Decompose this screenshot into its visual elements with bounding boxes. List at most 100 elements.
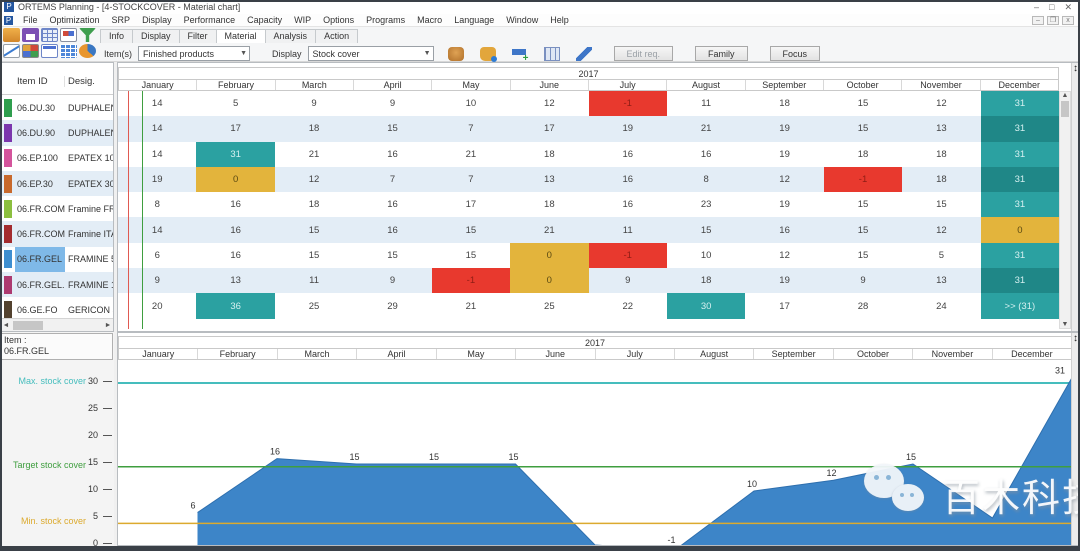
- month-header-cell[interactable]: December: [980, 80, 1058, 90]
- item-id-cell[interactable]: 06.DU.90: [15, 120, 65, 145]
- stock-cover-cell[interactable]: 12: [902, 91, 980, 116]
- resize-vertical-icon[interactable]: ↕: [1072, 63, 1079, 75]
- month-header-cell[interactable]: October: [823, 80, 901, 90]
- filter-funnel-icon[interactable]: [79, 28, 96, 42]
- month-header-cell[interactable]: July: [595, 349, 674, 359]
- item-id-cell[interactable]: 06.FR.COMI: [15, 221, 65, 246]
- table-row[interactable]: 145991012-11118151231: [118, 91, 1059, 116]
- item-id-cell[interactable]: 06.EP.100: [15, 146, 65, 171]
- desig-column-header[interactable]: Desig.: [65, 76, 113, 87]
- stock-cover-cell[interactable]: 14: [118, 142, 196, 167]
- table-grid-icon[interactable]: [60, 44, 77, 58]
- stock-cover-cell[interactable]: 18: [510, 192, 588, 217]
- vscroll-thumb[interactable]: [1061, 101, 1069, 117]
- stock-cover-cell[interactable]: 16: [353, 192, 431, 217]
- add-bar-icon[interactable]: [512, 47, 528, 61]
- item-id-cell[interactable]: 06.DU.30: [15, 95, 65, 120]
- stock-cover-cell[interactable]: 5: [902, 243, 980, 268]
- stock-cover-cell[interactable]: 16: [196, 192, 274, 217]
- stock-cover-cell[interactable]: 18: [902, 142, 980, 167]
- stock-cover-cell[interactable]: 19: [745, 192, 823, 217]
- stock-cover-cell[interactable]: 16: [353, 142, 431, 167]
- menu-item-capacity[interactable]: Capacity: [241, 15, 288, 25]
- menu-item-display[interactable]: Display: [136, 15, 178, 25]
- stock-cover-cell[interactable]: -1: [824, 167, 902, 192]
- menu-item-wip[interactable]: WIP: [288, 15, 317, 25]
- month-header-cell[interactable]: July: [588, 80, 666, 90]
- stock-cover-cell[interactable]: 19: [745, 116, 823, 141]
- stock-cover-cell[interactable]: 10: [432, 91, 510, 116]
- mdi-minimize-icon[interactable]: –: [1032, 16, 1044, 25]
- stock-cover-cell[interactable]: 9: [118, 268, 196, 293]
- calculator-icon[interactable]: [41, 28, 58, 42]
- window-layout-icon[interactable]: [41, 44, 58, 58]
- stock-cover-cell[interactable]: 15: [432, 243, 510, 268]
- stock-cover-cell[interactable]: 0: [196, 167, 274, 192]
- scroll-down-icon[interactable]: ▼: [1060, 321, 1070, 328]
- stock-cover-cell[interactable]: 9: [275, 91, 353, 116]
- month-header-cell[interactable]: March: [277, 349, 356, 359]
- item-desig-cell[interactable]: DUPHALEN 300: [65, 103, 113, 113]
- item-desig-cell[interactable]: FRAMINE 500 Ca: [65, 254, 113, 264]
- pie-chart-icon[interactable]: [79, 44, 96, 58]
- item-id-cell[interactable]: 06.FR.COMI: [15, 196, 65, 221]
- stock-cover-cell[interactable]: 13: [902, 268, 980, 293]
- month-header-cell[interactable]: November: [912, 349, 991, 359]
- stock-cover-cell[interactable]: 13: [196, 268, 274, 293]
- wrench-icon[interactable]: [576, 47, 592, 61]
- item-list-row[interactable]: 06.DU.90DUPHALEN 900: [1, 120, 113, 145]
- item-desig-cell[interactable]: Framine FRANCE: [65, 204, 113, 214]
- month-header-cell[interactable]: March: [275, 80, 353, 90]
- stock-cover-cell[interactable]: >> (31): [981, 293, 1059, 318]
- table-row[interactable]: 14171815717192119151331: [118, 116, 1059, 141]
- menu-item-file[interactable]: File: [17, 15, 44, 25]
- table-row[interactable]: 2036252921252230172824>> (31): [118, 293, 1059, 318]
- stock-cover-cell[interactable]: 19: [118, 167, 196, 192]
- stock-cover-cell[interactable]: 16: [353, 217, 431, 242]
- stock-cover-area-chart[interactable]: 616151515-110121531: [118, 360, 1072, 545]
- stock-cover-cell[interactable]: 28: [824, 293, 902, 318]
- menu-item-language[interactable]: Language: [448, 15, 500, 25]
- stock-cover-cell[interactable]: 17: [510, 116, 588, 141]
- month-header-cell[interactable]: September: [753, 349, 832, 359]
- stock-cover-cell[interactable]: 25: [510, 293, 588, 318]
- hscroll-thumb[interactable]: [13, 321, 43, 330]
- stock-cover-cell[interactable]: 15: [824, 91, 902, 116]
- table-row[interactable]: 14161516152111151615120: [118, 217, 1059, 242]
- chart-splitter[interactable]: ↕: [1071, 333, 1079, 545]
- stock-cover-cell[interactable]: 19: [745, 142, 823, 167]
- stock-cover-cell[interactable]: 18: [667, 268, 745, 293]
- stock-cover-cell[interactable]: 20: [118, 293, 196, 318]
- stock-cover-cell[interactable]: 30: [667, 293, 745, 318]
- stock-cover-cell[interactable]: 15: [432, 217, 510, 242]
- item-id-column-header[interactable]: Item ID: [15, 76, 65, 87]
- item-desig-cell[interactable]: Framine ITALIE: [65, 229, 113, 239]
- item-id-cell[interactable]: 06.FR.GEL.: [15, 272, 65, 297]
- stock-cover-cell[interactable]: -1: [589, 91, 667, 116]
- stock-cover-cell[interactable]: 9: [353, 268, 431, 293]
- stock-cover-cell[interactable]: 16: [667, 142, 745, 167]
- stock-cover-cell[interactable]: 13: [510, 167, 588, 192]
- menu-item-performance[interactable]: Performance: [178, 15, 242, 25]
- month-header-cell[interactable]: April: [356, 349, 435, 359]
- stock-cover-cell[interactable]: 16: [196, 243, 274, 268]
- month-header-cell[interactable]: May: [431, 80, 509, 90]
- scroll-up-icon[interactable]: ▲: [1060, 92, 1070, 99]
- item-desig-cell[interactable]: DUPHALEN 900: [65, 128, 113, 138]
- stock-cover-cell[interactable]: 8: [118, 192, 196, 217]
- stock-cover-cell[interactable]: 0: [510, 268, 588, 293]
- month-header-cell[interactable]: August: [674, 349, 753, 359]
- stock-cover-cell[interactable]: 31: [981, 167, 1059, 192]
- stock-cover-cell[interactable]: 18: [510, 142, 588, 167]
- month-header-cell[interactable]: February: [197, 349, 276, 359]
- stock-cover-cell[interactable]: 9: [589, 268, 667, 293]
- stock-cover-cell[interactable]: 7: [353, 167, 431, 192]
- stock-cover-cell[interactable]: 7: [432, 116, 510, 141]
- stock-jar-icon[interactable]: [448, 47, 464, 61]
- menu-item-srp[interactable]: SRP: [106, 15, 137, 25]
- close-icon[interactable]: ✕: [1064, 2, 1072, 13]
- stock-cover-cell[interactable]: 12: [275, 167, 353, 192]
- stock-cover-cell[interactable]: 15: [275, 217, 353, 242]
- stock-cover-cell[interactable]: 17: [196, 116, 274, 141]
- item-list-hscrollbar[interactable]: ◄ ►: [1, 318, 113, 331]
